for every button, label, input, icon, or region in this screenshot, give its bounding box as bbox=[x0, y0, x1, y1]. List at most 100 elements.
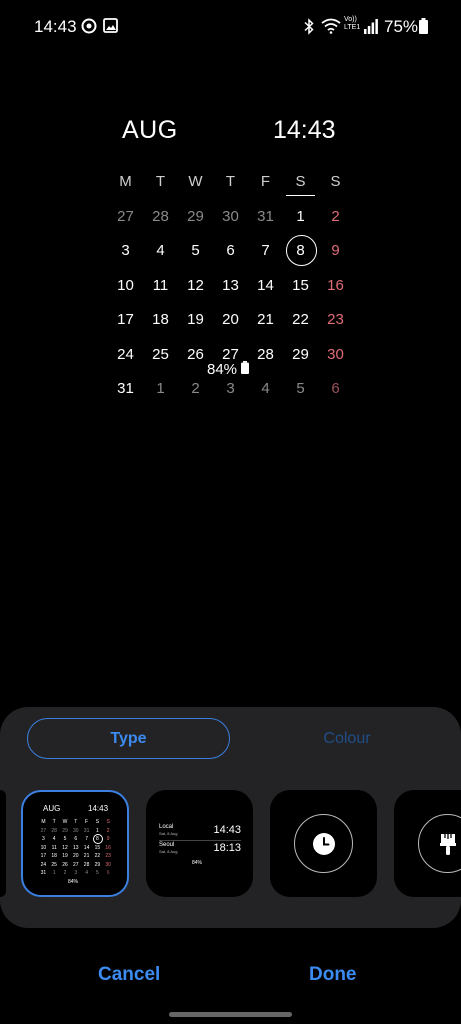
thumb-day: 25 bbox=[51, 861, 57, 868]
thumb-week-row: 27 28 29 30 31 1 2 bbox=[38, 827, 114, 836]
thumb-day: 15 bbox=[94, 844, 101, 851]
thumb-day: 7 bbox=[85, 836, 88, 843]
weekday-today: S bbox=[283, 168, 318, 197]
weekday-sunday: S bbox=[330, 173, 341, 191]
thumb-day: 13 bbox=[73, 844, 79, 851]
thumb-day: 27 bbox=[73, 861, 79, 868]
widget-month: AUG bbox=[122, 116, 178, 144]
day-cell: 29 bbox=[292, 345, 309, 363]
thumb-day: 10 bbox=[40, 844, 47, 851]
day-cell: 10 bbox=[117, 276, 134, 294]
thumb-day: 27 bbox=[40, 827, 47, 834]
day-cell: 11 bbox=[152, 276, 169, 294]
thumb-day: 12 bbox=[62, 844, 68, 851]
thumb-calendar-grid: M T W T F S S 27 28 29 30 31 1 2 3 4 5 6… bbox=[38, 818, 114, 878]
thumb-day: 5 bbox=[95, 870, 99, 877]
week-row: 3 4 5 6 7 8 9 bbox=[108, 234, 353, 269]
day-cell: 31 bbox=[257, 207, 274, 225]
thumb-day: 29 bbox=[62, 827, 68, 834]
city-time: 18:13 bbox=[213, 842, 241, 854]
thumb-day: 2 bbox=[106, 827, 110, 834]
day-cell: 6 bbox=[226, 242, 235, 260]
day-cell: 21 bbox=[257, 311, 274, 329]
thumb-day: 11 bbox=[51, 844, 57, 851]
day-cell: 31 bbox=[117, 380, 134, 398]
battery-icon bbox=[419, 18, 428, 39]
thumb-day: 4 bbox=[52, 836, 56, 843]
cancel-button[interactable]: Cancel bbox=[98, 964, 160, 986]
clock-icon bbox=[294, 814, 353, 873]
thumb-day: 31 bbox=[83, 827, 90, 834]
done-button[interactable]: Done bbox=[309, 964, 357, 986]
city-name: Seoul bbox=[159, 842, 175, 848]
thumb-day: 26 bbox=[62, 861, 68, 868]
city-date: Sat, 8 Aug bbox=[159, 849, 178, 854]
thumb-day: 30 bbox=[105, 861, 111, 868]
day-cell: 16 bbox=[327, 276, 344, 294]
widget-time: 14:43 bbox=[273, 116, 336, 144]
thumb-day: 2 bbox=[63, 870, 67, 877]
day-cell: 14 bbox=[257, 276, 274, 294]
week-row: 10 11 12 13 14 15 16 bbox=[108, 269, 353, 304]
day-cell: 22 bbox=[292, 311, 309, 329]
thumb-day-today: 8 bbox=[92, 834, 103, 845]
thumb-weekday: T bbox=[74, 819, 78, 826]
widget-thumb-world-clock[interactable]: Local Sat, 8 Aug 14:43 Seoul Sat, 8 Aug … bbox=[146, 790, 253, 897]
thumb-week-row: 17 18 19 20 21 22 23 bbox=[38, 852, 114, 861]
weekday-header: M T W T F S S bbox=[108, 165, 353, 200]
day-cell: 19 bbox=[187, 311, 204, 329]
widget-thumb-partial[interactable] bbox=[0, 790, 6, 897]
thumb-day: 21 bbox=[83, 853, 90, 860]
day-cell: 1 bbox=[296, 207, 305, 225]
day-cell: 1 bbox=[156, 380, 165, 398]
world-clock-seoul: Seoul Sat, 8 Aug 18:13 bbox=[159, 841, 241, 854]
day-cell: 4 bbox=[156, 242, 165, 260]
thumb-day: 18 bbox=[51, 853, 57, 860]
thumb-time: 14:43 bbox=[88, 804, 109, 813]
thumb-day: 20 bbox=[73, 853, 79, 860]
thumb-weekday: F bbox=[85, 819, 89, 826]
thumb-day: 5 bbox=[63, 836, 67, 843]
battery-icon bbox=[241, 361, 250, 378]
thumb-day: 28 bbox=[51, 827, 57, 834]
widget-thumb-clock[interactable] bbox=[270, 790, 377, 897]
thumb-battery: 84% bbox=[68, 879, 79, 885]
day-cell: 17 bbox=[117, 311, 134, 329]
widget-thumb-theme[interactable] bbox=[394, 790, 461, 897]
day-cell: 28 bbox=[257, 345, 274, 363]
brush-icon bbox=[418, 814, 461, 873]
day-cell: 13 bbox=[222, 276, 239, 294]
tab-colour[interactable]: Colour bbox=[262, 718, 432, 759]
tab-type[interactable]: Type bbox=[27, 718, 230, 759]
day-cell: 12 bbox=[187, 276, 204, 294]
thumb-day: 14 bbox=[83, 844, 90, 851]
thumb-weekday: S bbox=[106, 819, 110, 826]
thumb-day: 1 bbox=[95, 827, 99, 834]
day-cell: 30 bbox=[222, 207, 239, 225]
day-cell: 24 bbox=[117, 345, 134, 363]
thumb-day: 9 bbox=[106, 836, 110, 843]
thumb-day: 31 bbox=[40, 870, 47, 877]
volte-label: Vo)) bbox=[344, 16, 357, 23]
status-bar: 14:43 Vo)) LTE1 75% bbox=[0, 0, 461, 52]
status-battery: 75% bbox=[384, 17, 419, 36]
weekday: W bbox=[188, 173, 203, 191]
weekday: F bbox=[260, 173, 271, 191]
day-cell: 18 bbox=[152, 311, 169, 329]
widget-thumb-calendar[interactable]: AUG 14:43 M T W T F S S 27 28 29 30 31 1… bbox=[21, 790, 129, 897]
thumb-day: 19 bbox=[62, 853, 68, 860]
day-cell: 23 bbox=[327, 311, 344, 329]
home-indicator[interactable] bbox=[169, 1012, 292, 1017]
weekday: M bbox=[119, 173, 132, 191]
thumb-weekday: W bbox=[62, 819, 68, 826]
day-cell: 5 bbox=[296, 380, 305, 398]
day-cell: 27 bbox=[117, 207, 134, 225]
week-row: 27 28 29 30 31 1 2 bbox=[108, 200, 353, 235]
day-cell: 2 bbox=[191, 380, 200, 398]
world-clock-local: Local Sat, 8 Aug 14:43 bbox=[159, 823, 241, 836]
day-cell: 9 bbox=[331, 242, 340, 260]
thumb-week-row: 10 11 12 13 14 15 16 bbox=[38, 844, 114, 853]
thumb-day: 16 bbox=[105, 844, 111, 851]
city-date: Sat, 8 Aug bbox=[159, 831, 178, 836]
widget-battery: 84% bbox=[207, 361, 250, 378]
